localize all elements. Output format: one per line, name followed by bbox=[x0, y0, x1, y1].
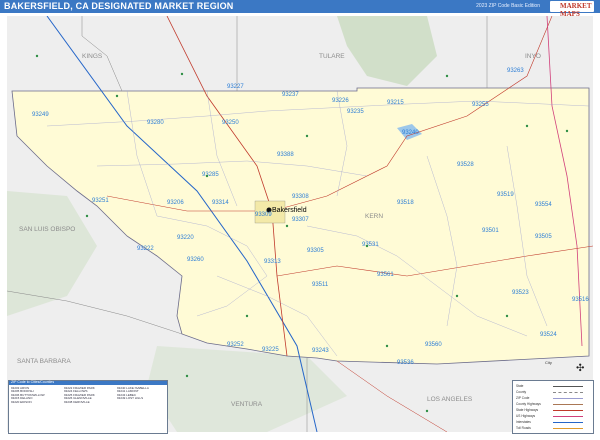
map-key-symbol bbox=[553, 398, 583, 399]
publisher-logo: MARKET MAPS bbox=[550, 1, 594, 18]
title-bar: BAKERSFIELD, CA DESIGNATED MARKET REGION… bbox=[0, 0, 600, 18]
zip-label: 93220 bbox=[177, 235, 194, 241]
zip-label: 93225 bbox=[262, 347, 279, 353]
zip-label: 93240 bbox=[402, 130, 419, 136]
zip-label: 93252 bbox=[227, 342, 244, 348]
zip-label: 93519 bbox=[497, 192, 514, 198]
map-key: State County ZIP Code County Highways State … bbox=[512, 380, 594, 434]
zip-label: 93285 bbox=[202, 172, 219, 178]
zip-label: 93237 bbox=[282, 92, 299, 98]
zip-label: 93226 bbox=[332, 98, 349, 104]
map-key-label: ZIP Code bbox=[516, 396, 530, 400]
zip-label: 93511 bbox=[312, 282, 329, 288]
zip-label: 93314 bbox=[212, 200, 229, 206]
map-key-label: County bbox=[516, 390, 527, 394]
zip-label: 93531 bbox=[362, 242, 379, 248]
zip-legend-column: 93203 ARVIN 93205 BODFISH 93206 BUTTONWILL… bbox=[11, 386, 45, 404]
zip-legend-row: 93249 LOST HILLS bbox=[117, 396, 144, 401]
zip-label: 93561 bbox=[377, 272, 394, 278]
zip-label: 93505 bbox=[535, 234, 552, 240]
zip-label: 93250 bbox=[222, 120, 239, 126]
city-label-bakersfield: Bakersfield bbox=[272, 207, 307, 214]
zip-label: 93313 bbox=[264, 259, 281, 265]
zip-label: 93536 bbox=[397, 360, 414, 366]
zip-label: 93309 bbox=[255, 212, 272, 218]
map-key-symbol bbox=[553, 410, 583, 411]
zip-label: 93222 bbox=[137, 246, 154, 252]
zip-label: 93307 bbox=[292, 217, 309, 223]
zip-legend-header: ZIP Code to Cities/Counties bbox=[9, 380, 167, 385]
zip-label: 93260 bbox=[187, 257, 204, 263]
map-key-label: County Highways bbox=[516, 402, 541, 406]
county-label: SAN LUIS OBISPO bbox=[19, 226, 75, 233]
compass-icon: ✣ bbox=[576, 363, 585, 374]
map-canvas[interactable]: Bakersfield KINGS TULARE INYO KERN SAN LUIS … bbox=[6, 15, 594, 433]
zip-label: 93305 bbox=[307, 248, 324, 254]
county-label: INYO bbox=[525, 53, 541, 60]
county-label: TULARE bbox=[319, 53, 345, 60]
map-title: BAKERSFIELD, CA DESIGNATED MARKET REGION bbox=[4, 1, 234, 11]
zip-label: 93235 bbox=[347, 109, 364, 115]
zip-label: 93560 bbox=[425, 342, 442, 348]
county-label: KINGS bbox=[82, 53, 103, 60]
scale-label: City bbox=[545, 360, 552, 365]
map-key-symbol bbox=[553, 404, 583, 405]
zip-label: 93554 bbox=[535, 202, 552, 208]
zip-legend-row: 93238 KERNVILLE bbox=[64, 399, 90, 404]
zip-label: 93501 bbox=[482, 228, 499, 234]
map-frame: BAKERSFIELD, CA DESIGNATED MARKET REGION… bbox=[0, 0, 600, 440]
map-key-label: State Highways bbox=[516, 408, 539, 412]
zip-label: 93243 bbox=[312, 348, 329, 354]
zip-label: 93280 bbox=[147, 120, 164, 126]
county-label: LOS ANGELES bbox=[427, 396, 473, 403]
zip-label: 93255 bbox=[472, 102, 489, 108]
zip-label: 93524 bbox=[540, 332, 557, 338]
zip-label: 93308 bbox=[292, 194, 309, 200]
zip-label: 93263 bbox=[507, 68, 524, 74]
map-key-symbol bbox=[553, 428, 583, 429]
map-key-symbol bbox=[553, 422, 583, 423]
county-label: SANTA BARBARA bbox=[17, 358, 71, 365]
map-key-symbol bbox=[553, 392, 583, 393]
zip-label: 93251 bbox=[92, 198, 109, 204]
zip-label: 93215 bbox=[387, 100, 404, 106]
zip-label: 93206 bbox=[167, 200, 184, 206]
county-label: KERN bbox=[365, 213, 383, 220]
zip-label: 93227 bbox=[227, 84, 244, 90]
map-key-symbol bbox=[553, 416, 583, 417]
map-key-label: US Highways bbox=[516, 414, 536, 418]
zip-label: 93388 bbox=[277, 152, 294, 158]
map-svg: Bakersfield KINGS TULARE INYO KERN SAN LUIS … bbox=[6, 15, 594, 433]
map-key-label: State bbox=[516, 384, 524, 388]
zip-label: 93518 bbox=[397, 200, 414, 206]
zip-legend-table: ZIP Code to Cities/Counties 93203 ARVIN 9… bbox=[8, 380, 168, 434]
map-key-symbol bbox=[553, 386, 583, 387]
zip-legend-row: 93220 EDISON bbox=[11, 399, 32, 404]
zip-legend-column: 93240 LAKE ISABELLA 93241 LAMONT 93243 LEB… bbox=[117, 386, 149, 401]
zip-label: 93249 bbox=[32, 112, 49, 118]
zip-legend-title: ZIP Code to Cities/Counties bbox=[11, 380, 55, 384]
zip-label: 93523 bbox=[512, 290, 529, 296]
map-key-label: Toll Roads bbox=[516, 426, 531, 430]
zip-label: 93516 bbox=[572, 297, 589, 303]
zip-legend-column: 93222 FRAZIER PARK 93224 FELLOWS 93225 FRA… bbox=[64, 386, 95, 404]
county-label: VENTURA bbox=[231, 401, 263, 408]
map-key-label: Interstates bbox=[516, 420, 531, 424]
edition-label: 2023 ZIP Code Basic Edition bbox=[476, 3, 540, 9]
zip-label: 93528 bbox=[457, 162, 474, 168]
